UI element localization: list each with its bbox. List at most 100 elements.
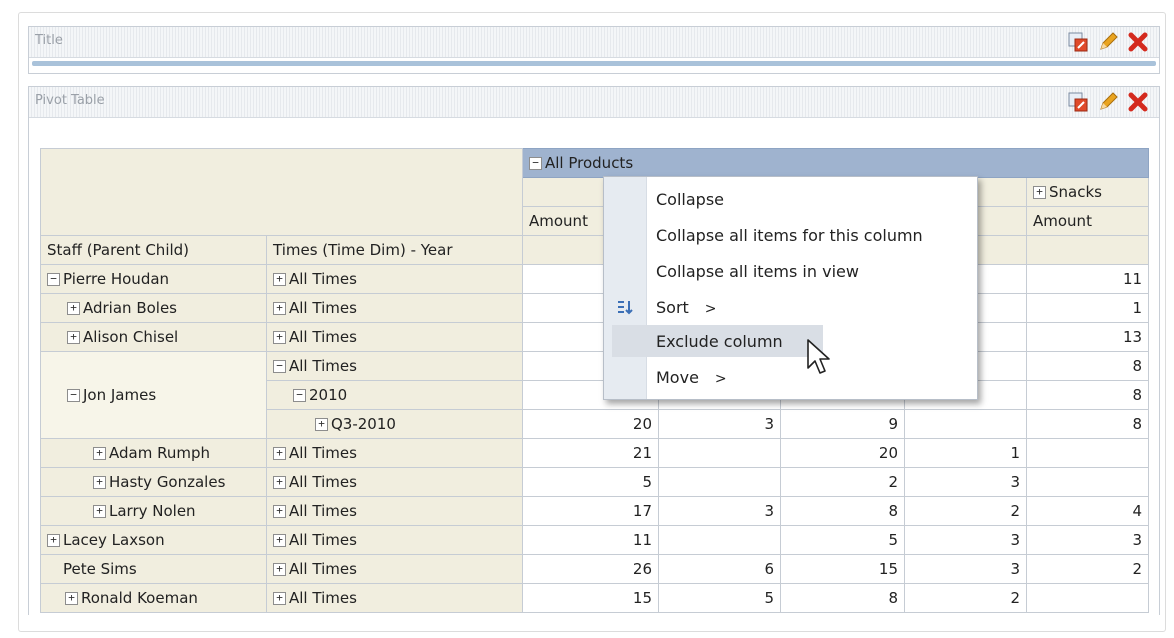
title-view-toolbar [1065, 29, 1151, 55]
minus-box-icon[interactable]: − [67, 389, 80, 402]
value-cell: 3 [658, 496, 781, 526]
snacks-header[interactable]: + Snacks [1025, 177, 1150, 207]
plus-box-icon[interactable]: + [273, 592, 286, 605]
staff-cell[interactable]: + Adam Rumph [40, 438, 267, 468]
times-label: All Times [289, 560, 357, 578]
staff-cell[interactable]: + Hasty Gonzales [40, 467, 267, 497]
table-row: + Adam Rumph + All Times 21 20 1 [40, 438, 1150, 468]
all-products-label: All Products [545, 154, 634, 172]
plus-box-icon[interactable]: + [273, 505, 286, 518]
value-cell: 5 [780, 525, 905, 555]
times-cell[interactable]: − All Times [266, 351, 523, 381]
times-cell[interactable]: + All Times [266, 525, 523, 555]
plus-box-icon[interactable]: + [273, 563, 286, 576]
menu-item-label: Sort [656, 298, 689, 317]
menu-item-collapse-view[interactable]: Collapse all items in view [604, 255, 977, 287]
plus-box-icon[interactable]: + [93, 505, 106, 518]
menu-item-move[interactable]: Move > [604, 361, 977, 393]
minus-box-icon[interactable]: − [273, 360, 286, 373]
snacks-label: Snacks [1049, 183, 1102, 201]
all-products-header[interactable]: − All Products [521, 148, 1150, 178]
value-cell [658, 467, 781, 497]
plus-box-icon[interactable]: + [93, 476, 106, 489]
times-cell[interactable]: + All Times [266, 583, 523, 613]
plus-box-icon[interactable]: + [273, 476, 286, 489]
menu-item-collapse-column[interactable]: Collapse all items for this column [604, 219, 977, 251]
times-cell[interactable]: + Q3-2010 [266, 409, 523, 439]
value-cell: 15 [522, 583, 659, 613]
plus-box-icon[interactable]: + [273, 447, 286, 460]
edit-pencil-icon[interactable] [1095, 89, 1121, 115]
staff-cell[interactable]: + Ronald Koeman [40, 583, 267, 613]
menu-item-sort[interactable]: Sort > [604, 291, 977, 323]
times-cell[interactable]: + All Times [266, 322, 523, 352]
plus-box-icon[interactable]: + [65, 592, 78, 605]
staff-cell[interactable]: + Adrian Boles [40, 293, 267, 323]
staff-cell[interactable]: Pete Sims [40, 554, 267, 584]
plus-box-icon[interactable]: + [47, 534, 60, 547]
column-context-menu: Collapse Collapse all items for this col… [603, 176, 978, 400]
title-view-header: Title [29, 27, 1159, 58]
times-cell[interactable]: + All Times [266, 554, 523, 584]
staff-cell[interactable]: − Jon James [40, 351, 267, 439]
table-row: + Ronald Koeman + All Times 15 5 8 2 [40, 583, 1150, 613]
plus-box-icon[interactable]: + [67, 302, 80, 315]
times-cell[interactable]: + All Times [266, 496, 523, 526]
times-label: All Times [289, 444, 357, 462]
times-cell[interactable]: + All Times [266, 438, 523, 468]
format-view-icon[interactable] [1065, 89, 1091, 115]
times-label: 2010 [309, 386, 348, 404]
value-cell: 2 [780, 467, 905, 497]
staff-label: Adrian Boles [83, 299, 177, 317]
plus-box-icon[interactable]: + [315, 418, 328, 431]
times-label: Q3-2010 [331, 415, 396, 433]
staff-cell[interactable]: + Lacey Laxson [40, 525, 267, 555]
staff-cell[interactable]: + Alison Chisel [40, 322, 267, 352]
remove-x-icon[interactable] [1125, 29, 1151, 55]
times-column-header[interactable]: Times (Time Dim) - Year [266, 235, 523, 265]
plus-box-icon[interactable]: + [93, 447, 106, 460]
remove-x-icon[interactable] [1125, 89, 1151, 115]
value-cell [1025, 583, 1150, 613]
plus-box-icon[interactable]: + [273, 273, 286, 286]
menu-item-collapse[interactable]: Collapse [604, 183, 977, 215]
value-cell [658, 438, 781, 468]
minus-box-icon[interactable]: − [529, 157, 542, 170]
staff-cell[interactable]: − Pierre Houdan [40, 264, 267, 294]
menu-item-label: Exclude column [656, 332, 783, 351]
value-cell [1025, 467, 1150, 497]
value-cell: 5 [522, 467, 659, 497]
staff-cell[interactable]: + Larry Nolen [40, 496, 267, 526]
minus-box-icon[interactable]: − [293, 389, 306, 402]
table-row: + Hasty Gonzales + All Times 5 2 3 [40, 467, 1150, 497]
edit-pencil-icon[interactable] [1095, 29, 1121, 55]
plus-box-icon[interactable]: + [273, 331, 286, 344]
amount-label: Amount [529, 212, 588, 230]
submenu-arrow: > [714, 371, 727, 387]
staff-label: Larry Nolen [109, 502, 196, 520]
format-view-icon[interactable] [1065, 29, 1091, 55]
times-cell[interactable]: −2010 [266, 380, 523, 410]
value-cell: 8 [1025, 351, 1150, 381]
menu-item-exclude-column[interactable]: Exclude column [612, 325, 823, 357]
plus-box-icon[interactable]: + [273, 534, 286, 547]
table-row: + Larry Nolen + All Times 17 3 8 2 4 [40, 496, 1150, 526]
times-cell[interactable]: + All Times [266, 264, 523, 294]
amount-label: Amount [1033, 212, 1092, 230]
amount-header[interactable]: Amount [1025, 206, 1150, 236]
value-cell: 15 [780, 554, 905, 584]
times-cell[interactable]: + All Times [266, 467, 523, 497]
plus-box-icon[interactable]: + [1033, 186, 1046, 199]
times-cell[interactable]: + All Times [266, 293, 523, 323]
value-cell: 11 [522, 525, 659, 555]
value-cell: 26 [522, 554, 659, 584]
value-cell: 9 [780, 409, 905, 439]
value-cell: 4 [1025, 496, 1150, 526]
value-cell: 8 [1025, 380, 1150, 410]
table-row: + Alison Chisel + All Times 13 [40, 322, 1150, 352]
title-divider [32, 61, 1156, 66]
minus-box-icon[interactable]: − [47, 273, 60, 286]
plus-box-icon[interactable]: + [273, 302, 286, 315]
plus-box-icon[interactable]: + [67, 331, 80, 344]
staff-column-header[interactable]: Staff (Parent Child) [40, 235, 267, 265]
